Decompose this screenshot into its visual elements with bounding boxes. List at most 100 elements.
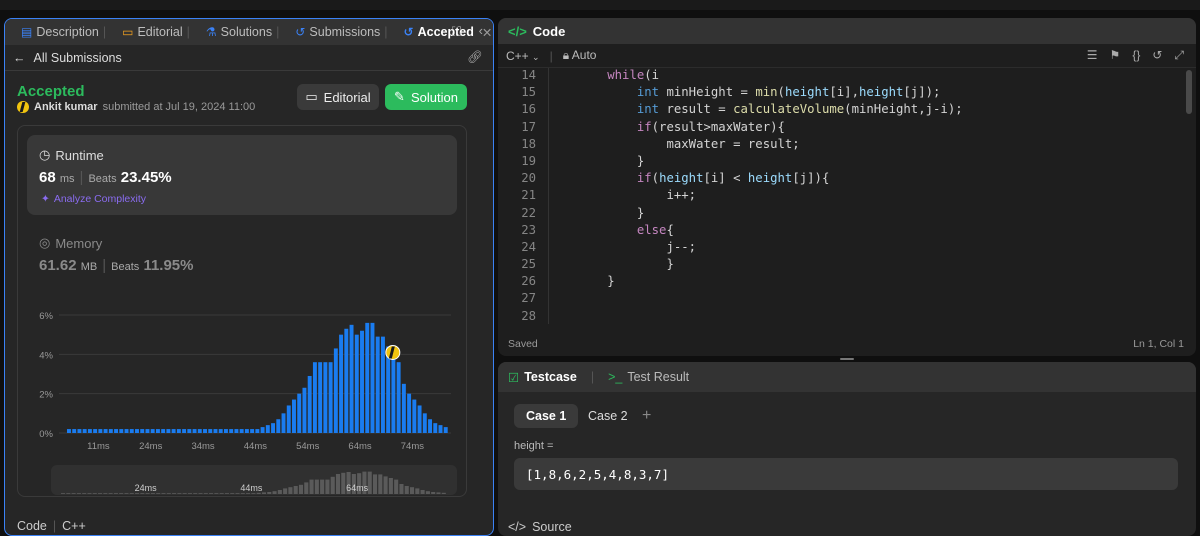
testcase-panel: ☑ Testcase | >_ Test Result Case 1 Case … — [498, 362, 1196, 536]
collapse-icon[interactable]: ‹ — [479, 23, 483, 38]
runtime-distribution-chart[interactable]: 0% 2% 4% 6% 11ms 24ms 34ms 44ms 54ms 64ms 74ms — [27, 305, 457, 453]
chart-bar — [108, 429, 113, 433]
analyze-complexity-link[interactable]: ✦ Analyze Complexity — [41, 193, 146, 205]
mini-bar — [187, 493, 192, 494]
code-line[interactable]: 14 while(i — [498, 68, 1196, 85]
chart-bar — [135, 429, 139, 433]
source-tab[interactable]: </> Source — [508, 520, 572, 534]
scrollbar[interactable] — [493, 289, 494, 349]
line-number: 20 — [521, 171, 536, 186]
maximize-icon[interactable]: ⛶ — [452, 24, 461, 40]
code-line[interactable]: 28 — [498, 309, 1196, 326]
mini-bar — [76, 493, 81, 494]
chart-bar — [114, 429, 119, 433]
close-icon[interactable]: ✕ — [482, 25, 492, 40]
mini-bar — [388, 478, 393, 494]
mini-bar — [436, 492, 441, 494]
chart-bar — [396, 362, 401, 433]
add-case-button[interactable]: + — [630, 404, 663, 428]
chart-bar — [192, 429, 197, 433]
chart-bar — [244, 429, 249, 433]
tab-test-result[interactable]: >_ Test Result — [608, 370, 689, 384]
mini-bar — [409, 487, 415, 494]
chart-bar — [307, 375, 312, 433]
chart-bar — [239, 429, 244, 433]
tab-editorial[interactable]: ▭ Editorial | — [114, 19, 198, 45]
tab-solutions[interactable]: ⚗ Solutions | — [198, 19, 287, 45]
braces-icon[interactable]: {} — [1132, 48, 1140, 63]
avatar[interactable] — [17, 101, 29, 113]
language-select[interactable]: C++ ⌄ — [506, 49, 540, 63]
mini-bar — [431, 492, 436, 494]
link-icon[interactable]: 🔗︎ — [467, 50, 483, 65]
chart-bar — [354, 334, 359, 433]
code-line[interactable]: 15 int minHeight = min(height[i],height[… — [498, 85, 1196, 102]
submitter-name[interactable]: Ankit kumar — [34, 101, 98, 113]
code-line[interactable]: 23 else{ — [498, 223, 1196, 240]
code-line[interactable]: 16 int result = calculateVolume(minHeigh… — [498, 102, 1196, 119]
all-submissions-link[interactable]: All Submissions — [34, 51, 122, 65]
flask-icon: ⚗ — [205, 25, 217, 39]
chart-bar — [155, 429, 160, 433]
auto-mode[interactable]: 🔒︎ Auto — [563, 48, 597, 63]
mini-bar — [314, 479, 319, 494]
chart-bar — [197, 429, 202, 433]
case-1-tab[interactable]: Case 1 — [514, 404, 579, 428]
chart-bar — [145, 429, 150, 433]
code-line[interactable]: 26 } — [498, 274, 1196, 291]
sparkle-icon: ✦ — [41, 193, 50, 205]
document-icon: ▤ — [21, 25, 33, 39]
mini-bar — [372, 474, 378, 494]
code-line[interactable]: 17 if(result>maxWater){ — [498, 120, 1196, 137]
chart-bar — [412, 399, 417, 433]
resize-handle[interactable] — [840, 358, 854, 360]
chart-bar — [150, 429, 155, 433]
chart-bar — [93, 429, 98, 433]
param-input[interactable]: [1,8,6,2,5,4,8,3,7] — [514, 458, 1178, 490]
code-editor[interactable]: 14 while(i 15 int minHeight = min(height[… — [498, 68, 1196, 326]
solution-button[interactable]: ✎ Solution — [385, 84, 467, 110]
back-arrow-icon[interactable]: ← — [13, 51, 26, 65]
code-line[interactable]: 19 } — [498, 154, 1196, 171]
chart-bar — [292, 399, 296, 433]
chart-bar — [161, 429, 166, 433]
code-line[interactable]: 24 j--; — [498, 240, 1196, 257]
code-text: } — [548, 257, 674, 272]
mini-bar — [113, 493, 118, 494]
tab-testcase[interactable]: ☑ Testcase — [508, 370, 577, 385]
code-line[interactable]: 25 } — [498, 257, 1196, 274]
code-line[interactable]: 27 — [498, 291, 1196, 308]
mini-bar — [198, 493, 203, 494]
memory-label[interactable]: ◎ Memory — [39, 235, 102, 251]
chart-bar — [213, 429, 218, 433]
chart-bar — [87, 429, 92, 433]
mini-bar — [399, 484, 404, 494]
mini-bar — [251, 493, 256, 494]
checkbox-icon: ☑ — [508, 370, 520, 385]
edit-icon: ✎ — [394, 89, 405, 104]
tab-description[interactable]: ▤ Description | — [13, 19, 114, 45]
code-line[interactable]: 20 if(height[i] < height[j]){ — [498, 171, 1196, 188]
chart-bar — [375, 336, 380, 433]
code-line[interactable]: 18 maxWater = result; — [498, 137, 1196, 154]
x-tick-label: 11ms — [87, 441, 110, 452]
chart-bar — [433, 423, 438, 433]
reset-icon[interactable]: ↺ — [1152, 48, 1162, 63]
chart-bar — [166, 429, 171, 433]
chart-range-slider[interactable]: 24ms 44ms 64ms — [51, 465, 457, 495]
code-line[interactable]: 22 } — [498, 206, 1196, 223]
chart-bar — [187, 429, 192, 433]
code-line[interactable]: 21 i++; — [498, 188, 1196, 205]
chart-bar — [203, 429, 207, 433]
bookmark-icon[interactable]: ⚑ — [1110, 48, 1121, 63]
format-icon[interactable]: ☰ — [1087, 48, 1098, 63]
mini-bar — [394, 479, 399, 494]
editorial-button[interactable]: ▭ Editorial — [297, 84, 379, 110]
fullscreen-icon[interactable]: ⤢ — [1174, 48, 1184, 63]
chart-bar — [302, 387, 307, 433]
chart-bar — [297, 393, 302, 433]
line-number: 17 — [521, 119, 536, 134]
mini-bar — [293, 486, 298, 494]
tab-submissions[interactable]: ↺ Submissions | — [287, 19, 395, 45]
code-scrollbar[interactable] — [1186, 70, 1192, 114]
